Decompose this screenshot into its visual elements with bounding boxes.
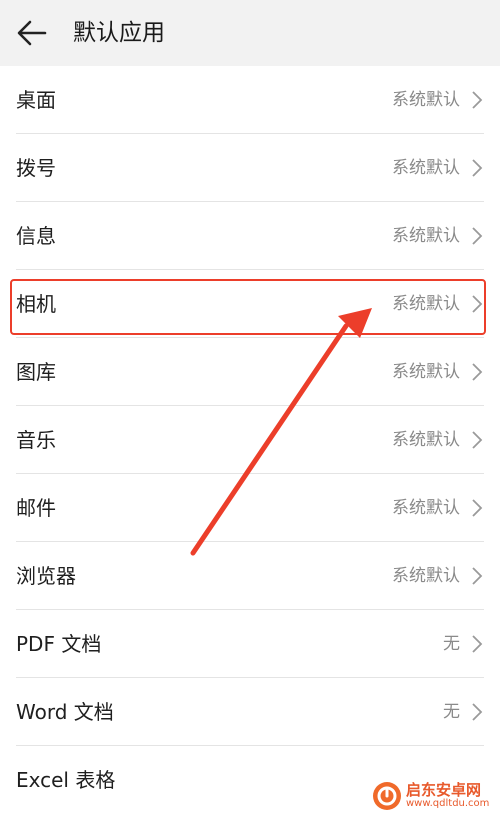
- list-item-label: 浏览器: [16, 564, 76, 588]
- list-item-gallery[interactable]: 图库 系统默认: [0, 338, 500, 406]
- default-apps-list: 桌面 系统默认 拨号 系统默认 信息 系统默认 相机 系统默认 图库 系统默认 …: [0, 66, 500, 815]
- chevron-right-icon: [472, 91, 483, 109]
- list-item-messages[interactable]: 信息 系统默认: [0, 202, 500, 270]
- list-item-label: 邮件: [16, 496, 56, 520]
- list-item-label: 拨号: [16, 156, 56, 180]
- chevron-right-icon: [472, 703, 483, 721]
- list-item-word[interactable]: Word 文档 无: [0, 678, 500, 746]
- back-button[interactable]: [10, 13, 54, 53]
- list-item-label: 音乐: [16, 428, 56, 452]
- site-watermark: 启东安卓网 www.qdltdu.com: [372, 776, 500, 815]
- watermark-logo-icon: [373, 781, 401, 810]
- chevron-right-icon: [472, 431, 483, 449]
- list-item-value: 系统默认: [392, 566, 460, 586]
- list-item-value: 系统默认: [392, 90, 460, 110]
- list-item-label: 图库: [16, 360, 56, 384]
- list-item-value: 系统默认: [392, 158, 460, 178]
- app-header: 默认应用: [0, 0, 500, 66]
- watermark-name: 启东安卓网: [406, 780, 482, 799]
- list-item-label: Excel 表格: [16, 768, 116, 792]
- list-item-label: 桌面: [16, 88, 56, 112]
- camera-highlight-box: [10, 279, 486, 335]
- list-item-music[interactable]: 音乐 系统默认: [0, 406, 500, 474]
- list-item-dialer[interactable]: 拨号 系统默认: [0, 134, 500, 202]
- list-item-value: 系统默认: [392, 498, 460, 518]
- list-item-email[interactable]: 邮件 系统默认: [0, 474, 500, 542]
- list-item-value: 系统默认: [392, 362, 460, 382]
- page-title: 默认应用: [73, 20, 165, 46]
- chevron-right-icon: [472, 567, 483, 585]
- list-item-value: 无: [443, 634, 460, 654]
- list-item-browser[interactable]: 浏览器 系统默认: [0, 542, 500, 610]
- arrow-left-icon: [17, 20, 47, 46]
- list-item-value: 无: [443, 702, 460, 722]
- list-item-desktop[interactable]: 桌面 系统默认: [0, 66, 500, 134]
- list-item-label: 信息: [16, 224, 56, 248]
- chevron-right-icon: [472, 363, 483, 381]
- list-item-value: 系统默认: [392, 430, 460, 450]
- list-item-label: Word 文档: [16, 700, 114, 724]
- list-item-pdf[interactable]: PDF 文档 无: [0, 610, 500, 678]
- list-item-label: PDF 文档: [16, 632, 102, 656]
- watermark-url: www.qdltdu.com: [406, 798, 490, 810]
- chevron-right-icon: [472, 227, 483, 245]
- chevron-right-icon: [472, 635, 483, 653]
- list-item-value: 系统默认: [392, 226, 460, 246]
- chevron-right-icon: [472, 499, 483, 517]
- chevron-right-icon: [472, 159, 483, 177]
